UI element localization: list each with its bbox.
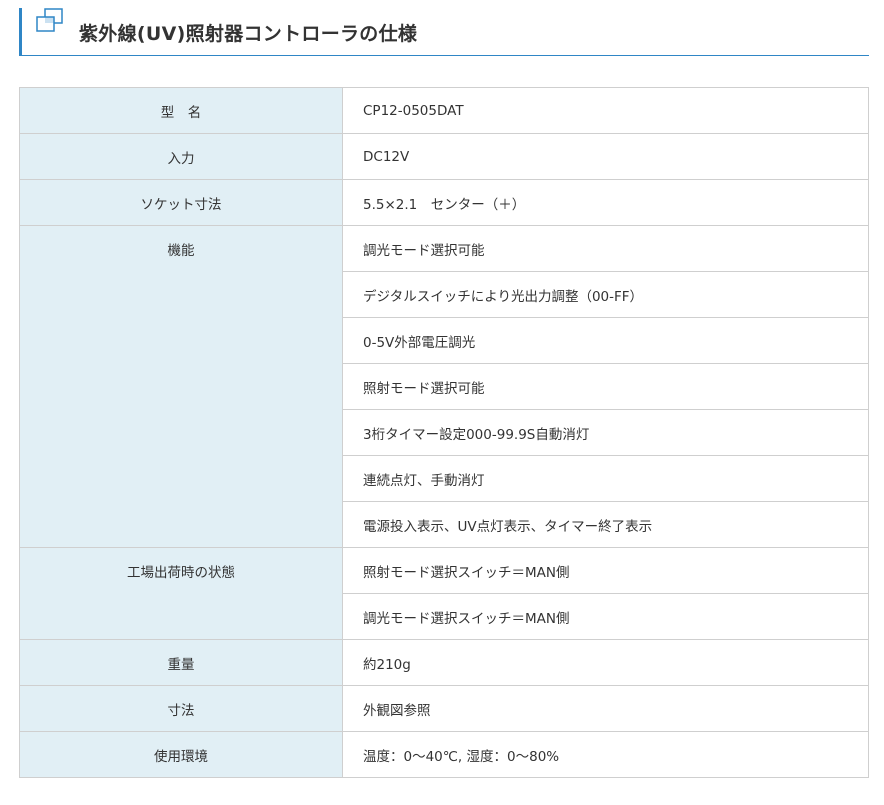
- row-value: 温度：0～40℃, 湿度：0～80%: [342, 731, 869, 778]
- row-value: 連続点灯、手動消灯: [342, 455, 869, 502]
- row-value: 照射モード選択可能: [342, 363, 869, 410]
- table-row: ソケット寸法 5.5×2.1 センター（＋）: [19, 179, 869, 226]
- row-label-function: 機能: [19, 225, 343, 548]
- row-value: CP12-0505DAT: [342, 87, 869, 134]
- row-value: デジタルスイッチにより光出力調整（00-FF）: [342, 271, 869, 318]
- table-row: 型 名 CP12-0505DAT: [19, 87, 869, 134]
- row-label-model: 型 名: [19, 87, 343, 134]
- row-value: 電源投入表示、UV点灯表示、タイマー終了表示: [342, 501, 869, 548]
- row-value: 外観図参照: [342, 685, 869, 732]
- row-label-socket: ソケット寸法: [19, 179, 343, 226]
- table-row: 入力 DC12V: [19, 133, 869, 180]
- row-value: 調光モード選択スイッチ＝MAN側: [342, 593, 869, 640]
- section-heading: 紫外線(UV)照射器コントローラの仕様: [19, 8, 869, 56]
- row-label-dimensions: 寸法: [19, 685, 343, 732]
- table-row: 機能 調光モード選択可能: [19, 225, 869, 548]
- table-row: 寸法 外観図参照: [19, 685, 869, 732]
- row-value: 3桁タイマー設定000-99.9S自動消灯: [342, 409, 869, 456]
- row-label-environment: 使用環境: [19, 731, 343, 778]
- row-value: 照射モード選択スイッチ＝MAN側: [342, 547, 869, 594]
- window-squares-icon: [36, 8, 63, 32]
- page-title: 紫外線(UV)照射器コントローラの仕様: [79, 23, 418, 45]
- row-label-input: 入力: [19, 133, 343, 180]
- table-row: 工場出荷時の状態 照射モード選択スイッチ＝MAN側: [19, 547, 869, 640]
- row-value: 調光モード選択可能: [342, 225, 869, 272]
- spec-table: 型 名 CP12-0505DAT 入力 DC12V ソケット寸法 5.5×2.1…: [19, 87, 869, 778]
- row-label-weight: 重量: [19, 639, 343, 686]
- row-value: DC12V: [342, 133, 869, 180]
- table-row: 重量 約210g: [19, 639, 869, 686]
- row-value: 5.5×2.1 センター（＋）: [342, 179, 869, 226]
- row-label-factory-default: 工場出荷時の状態: [19, 547, 343, 640]
- table-row: 使用環境 温度：0～40℃, 湿度：0～80%: [19, 731, 869, 778]
- row-value: 0-5V外部電圧調光: [342, 317, 869, 364]
- row-value: 約210g: [342, 639, 869, 686]
